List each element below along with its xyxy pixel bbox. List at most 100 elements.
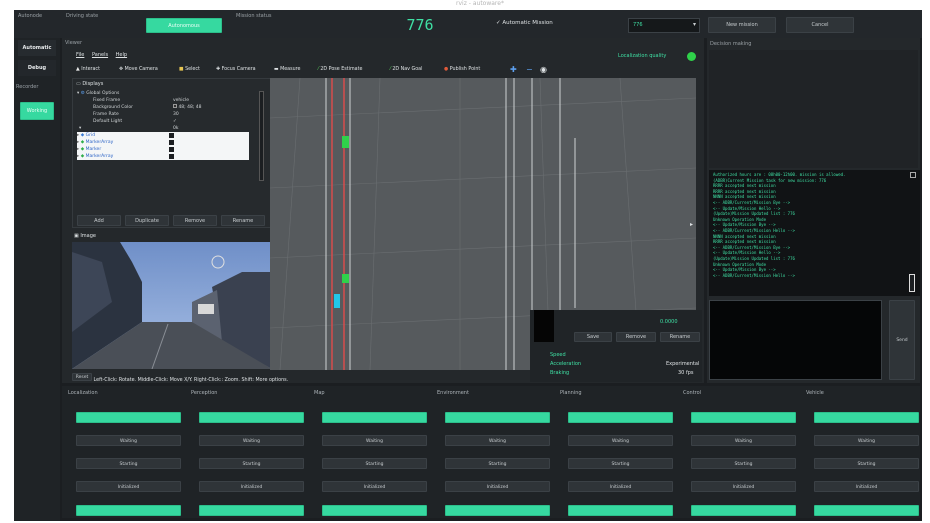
eye-icon[interactable]: ◉ [540,65,547,74]
frame-rate-value: 30 [173,112,179,117]
speed-label: Speed [550,352,566,358]
tree-row-frame-rate[interactable]: Frame Rate 30 [77,111,257,118]
module-ok-indicator[interactable] [445,505,550,516]
remove-view-button[interactable]: Remove [616,332,656,342]
tool-measure-label: Measure [280,67,301,72]
module-status-starting[interactable]: Starting [76,458,181,469]
log-scrollbar[interactable] [909,274,915,292]
tree-row-status[interactable]: ▾ 0k [77,125,257,132]
module-active-indicator[interactable] [322,412,427,423]
module-ok-indicator[interactable] [322,505,427,516]
module-status-waiting[interactable]: Waiting [76,435,181,446]
tool-2d-nav-goal[interactable]: ⁄ 2D Nav Goal [390,67,422,72]
mission-select[interactable]: 776 ▾ [628,18,700,33]
module-status-waiting[interactable]: Waiting [199,435,304,446]
tool-publish-point[interactable]: ● Publish Point [444,67,480,72]
module-status-waiting[interactable]: Waiting [814,435,919,446]
display-checkbox[interactable] [169,154,174,159]
send-button[interactable]: Send [889,300,915,380]
display-item-markerarray-2[interactable]: ▸ ◆ MarkerArray [77,153,249,160]
decision-state-area [709,50,918,168]
sidebar-item-debug[interactable]: Debug [18,60,56,76]
module-ok-indicator[interactable] [199,505,304,516]
display-checkbox[interactable] [169,133,174,138]
module-status-starting[interactable]: Starting [322,458,427,469]
module-status-waiting[interactable]: Waiting [445,435,550,446]
displays-scrollbar[interactable] [259,91,264,181]
tool-interact-label: Interact [81,67,100,72]
tool-2d-pose-estimate[interactable]: ⁄ 2D Pose Estimate [318,67,362,72]
rename-display-button[interactable]: Rename [221,215,265,226]
pose-arrow-icon: ⁄ [318,67,319,72]
log-menu-icon[interactable] [910,172,916,178]
module-status-initialized[interactable]: Initialized [445,481,550,492]
tool-move-camera[interactable]: ✥ Move Camera [119,67,158,72]
module-status-waiting[interactable]: Waiting [322,435,427,446]
module-ok-indicator[interactable] [568,505,673,516]
module-active-indicator[interactable] [76,412,181,423]
reset-button[interactable]: Reset [72,373,92,381]
module-status-starting[interactable]: Starting [568,458,673,469]
module-title: Environment [437,390,469,396]
tree-row-background-color[interactable]: Background Color 48; 48; 48 [77,104,257,111]
module-status-starting[interactable]: Starting [199,458,304,469]
working-button[interactable]: Working [20,102,54,120]
menu-panels[interactable]: Panels [92,52,108,58]
module-status-starting[interactable]: Starting [814,458,919,469]
module-status-initialized[interactable]: Initialized [691,481,796,492]
module-status-waiting[interactable]: Waiting [691,435,796,446]
module-active-indicator[interactable] [445,412,550,423]
remove-display-button[interactable]: Remove [173,215,217,226]
expand-arrow-icon: ▾ [77,91,80,96]
menu-help[interactable]: Help [116,52,127,58]
module-status-initialized[interactable]: Initialized [568,481,673,492]
module-active-indicator[interactable] [568,412,673,423]
module-status-initialized[interactable]: Initialized [76,481,181,492]
sidebar-item-automatic[interactable]: Automatic [18,40,56,56]
display-checkbox[interactable] [169,147,174,152]
module-ok-indicator[interactable] [814,505,919,516]
tool-select[interactable]: ■ Select [179,67,200,72]
module-ok-indicator[interactable] [76,505,181,516]
tree-row-default-light[interactable]: Default Light ✓ [77,118,257,125]
display-item-markerarray[interactable]: ▸ ◆ MarkerArray [77,139,249,146]
tool-interact[interactable]: ▲ Interact [76,67,100,72]
pin-icon: ● [444,67,449,72]
cancel-button[interactable]: Cancel [786,17,854,33]
module-active-indicator[interactable] [814,412,919,423]
displays-item-list: ▸ ◆ Grid ▸ ◆ MarkerArray ▸ ◆ Marker ▸ ◆ … [77,132,249,160]
menu-file[interactable]: File [76,52,84,58]
tool-measure[interactable]: ▬ Measure [274,67,300,72]
rename-view-button[interactable]: Rename [660,332,700,342]
module-status-initialized[interactable]: Initialized [322,481,427,492]
views-panel: 0.0000 Save Remove Rename Speed Accelera… [530,310,702,382]
window-title: rviz - autoware* [456,0,504,7]
remove-tool-icon[interactable]: − [526,65,533,74]
tool-2d-pose-estimate-label: 2D Pose Estimate [320,67,363,72]
module-status-initialized[interactable]: Initialized [199,481,304,492]
automatic-mission-checkbox[interactable]: ✓ Automatic Mission [496,20,553,26]
module-status-starting[interactable]: Starting [691,458,796,469]
new-mission-button[interactable]: New mission [708,17,776,33]
module-status-starting[interactable]: Starting [445,458,550,469]
module-status-initialized[interactable]: Initialized [814,481,919,492]
display-item-grid-label: Grid [85,133,96,138]
marker-icon: ◆ [80,147,85,152]
module-status-waiting[interactable]: Waiting [568,435,673,446]
add-tool-icon[interactable]: ✚ [510,65,517,74]
module-ok-indicator[interactable] [691,505,796,516]
tool-focus-camera[interactable]: ✚ Focus Camera [216,67,256,72]
display-item-grid[interactable]: ▸ ◆ Grid [77,132,249,139]
driving-state-button[interactable]: Autonomous [146,18,222,33]
tree-row-fixed-frame[interactable]: Fixed Frame vehicle [77,97,257,104]
duplicate-display-button[interactable]: Duplicate [125,215,169,226]
module-active-indicator[interactable] [199,412,304,423]
save-view-button[interactable]: Save [574,332,612,342]
display-checkbox[interactable] [169,140,174,145]
add-display-button[interactable]: Add [77,215,121,226]
module-active-indicator[interactable] [691,412,796,423]
chevron-right-icon[interactable]: ▸ [690,221,693,228]
decision-input-area[interactable] [709,300,882,380]
display-item-marker[interactable]: ▸ ◆ Marker [77,146,249,153]
tree-global-options[interactable]: ▾ ⚙ Global Options [77,90,257,97]
